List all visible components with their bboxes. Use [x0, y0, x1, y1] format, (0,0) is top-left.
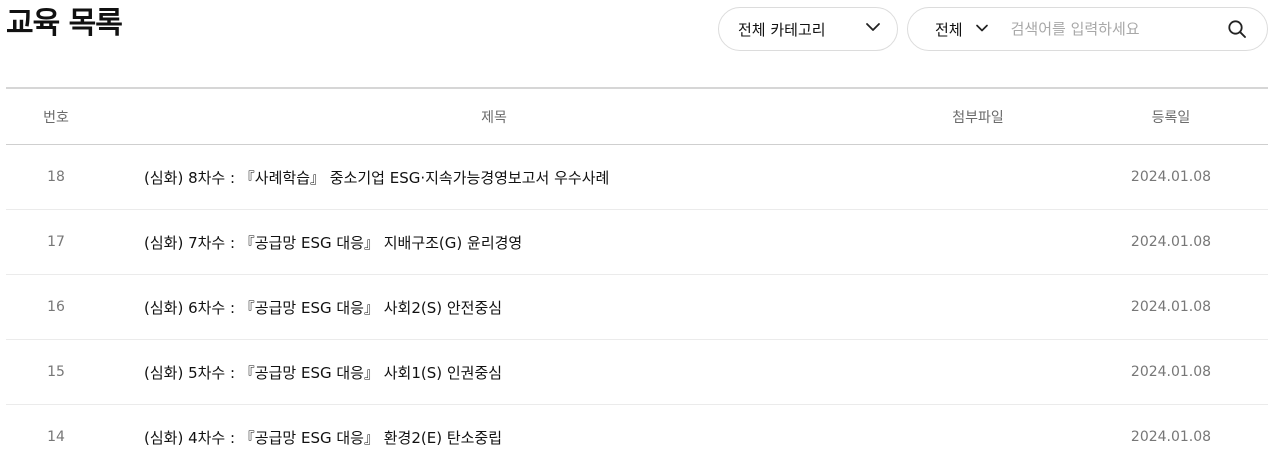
course-table: 번호 제목 첨부파일 등록일 18 (심화) 8차수 : 『사례학습』 중소기업… [6, 87, 1268, 456]
search-scope-select[interactable]: 전체 [935, 19, 989, 40]
row-title-link[interactable]: (심화) 6차수 : 『공급망 ESG 대응』 사회2(S) 안전중심 [106, 297, 882, 318]
table-header: 번호 제목 첨부파일 등록일 [6, 87, 1268, 145]
table-row[interactable]: 17 (심화) 7차수 : 『공급망 ESG 대응』 지배구조(G) 윤리경영 … [6, 210, 1268, 275]
search-scope-label: 전체 [935, 20, 963, 39]
page-title: 교육 목록 [6, 6, 123, 41]
table-row[interactable]: 15 (심화) 5차수 : 『공급망 ESG 대응』 사회1(S) 인권중심 2… [6, 340, 1268, 405]
column-header-file: 첨부파일 [952, 109, 1004, 126]
table-row[interactable]: 14 (심화) 4차수 : 『공급망 ESG 대응』 환경2(E) 탄소중립 2… [6, 405, 1268, 456]
row-date: 2024.01.08 [1130, 169, 1212, 185]
row-number: 18 [47, 169, 65, 185]
page: 교육 목록 전체 카테고리 전체 번호 제목 첨부파일 등록일 18 (심화) … [0, 0, 1280, 456]
search-box: 전체 [907, 7, 1268, 51]
chevron-down-icon [975, 20, 989, 39]
search-icon[interactable] [1225, 17, 1249, 41]
table-row[interactable]: 16 (심화) 6차수 : 『공급망 ESG 대응』 사회2(S) 안전중심 2… [6, 275, 1268, 340]
column-header-date: 등록일 [1151, 109, 1191, 126]
row-number: 14 [47, 429, 65, 445]
column-header-title: 제목 [481, 109, 507, 126]
row-title-link[interactable]: (심화) 5차수 : 『공급망 ESG 대응』 사회1(S) 인권중심 [106, 362, 882, 383]
row-title-link[interactable]: (심화) 7차수 : 『공급망 ESG 대응』 지배구조(G) 윤리경영 [106, 232, 882, 253]
row-date: 2024.01.08 [1130, 234, 1212, 250]
row-title-link[interactable]: (심화) 8차수 : 『사례학습』 중소기업 ESG·지속가능경영보고서 우수사… [106, 167, 882, 188]
row-date: 2024.01.08 [1130, 364, 1212, 380]
column-header-no: 번호 [43, 109, 69, 126]
search-input[interactable] [1008, 19, 1225, 39]
row-number: 16 [47, 299, 65, 315]
category-select[interactable]: 전체 카테고리 [718, 7, 898, 51]
chevron-down-icon [865, 19, 881, 39]
row-date: 2024.01.08 [1130, 429, 1212, 445]
row-number: 15 [47, 364, 65, 380]
category-select-label: 전체 카테고리 [738, 20, 826, 39]
row-title-link[interactable]: (심화) 4차수 : 『공급망 ESG 대응』 환경2(E) 탄소중립 [106, 427, 882, 448]
row-number: 17 [47, 234, 65, 250]
table-row[interactable]: 18 (심화) 8차수 : 『사례학습』 중소기업 ESG·지속가능경영보고서 … [6, 145, 1268, 210]
row-date: 2024.01.08 [1130, 299, 1212, 315]
